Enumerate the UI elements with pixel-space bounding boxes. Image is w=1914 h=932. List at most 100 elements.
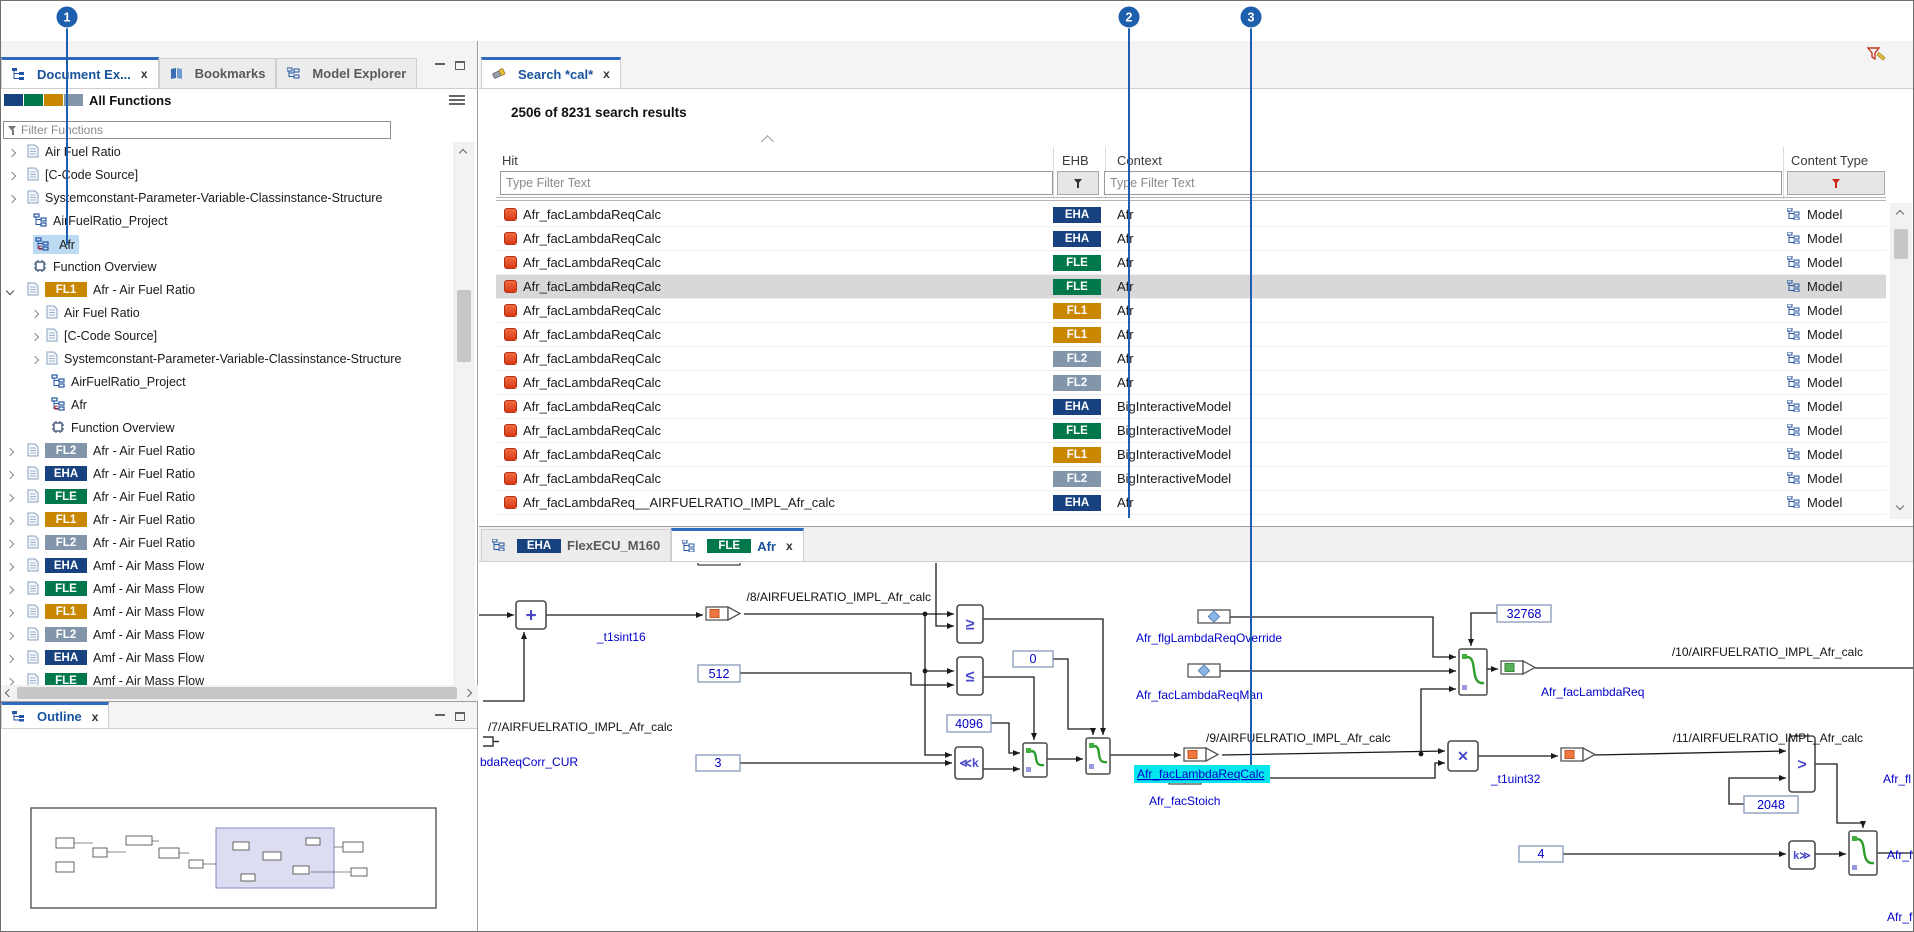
variable-label[interactable]: _t1sint16 <box>596 630 646 644</box>
tree-item-function-overview[interactable]: Function Overview <box>1 418 453 441</box>
tree-item-afr-air-fuel-ratio[interactable]: FL2Afr - Air Fuel Ratio <box>1 533 453 556</box>
sort-ascending-icon[interactable] <box>761 135 774 148</box>
context-filter-input[interactable] <box>1104 171 1782 195</box>
highlighted-variable-label[interactable]: Afr_facLambdaReqCalc <box>1137 767 1264 781</box>
col-header-ehb[interactable]: EHB <box>1062 153 1089 168</box>
path-label[interactable]: /9/AIRFUELRATIO_IMPL_Afr_calc <box>1206 731 1391 745</box>
table-row[interactable]: Afr_facLambdaReqCalcEHAAfrModel <box>496 203 1886 227</box>
tree-item-airfuelratio-project[interactable]: AirFuelRatio_Project <box>1 211 453 234</box>
variable-label[interactable]: Afr_f <box>1887 910 1913 924</box>
results-vscrollbar[interactable] <box>1890 203 1912 519</box>
close-icon[interactable]: x <box>786 539 793 553</box>
scroll-up-icon[interactable] <box>459 149 467 157</box>
tab-document-explorer[interactable]: Document Ex... x <box>1 57 159 88</box>
scroll-right-icon[interactable] <box>464 689 472 697</box>
variable-label[interactable]: Afr_facStoich <box>1149 794 1220 808</box>
tree-item-amf-air-mass-flow[interactable]: FLEAmf - Air Mass Flow <box>1 579 453 602</box>
path-label[interactable]: /7/AIRFUELRATIO_IMPL_Afr_calc <box>488 720 673 734</box>
expand-closed-icon[interactable] <box>31 310 39 318</box>
tree-item-afr-air-fuel-ratio[interactable]: FL1Afr - Air Fuel Ratio <box>1 280 453 303</box>
tree-item-air-fuel-ratio[interactable]: Air Fuel Ratio <box>1 303 453 326</box>
col-header-content-type[interactable]: Content Type <box>1791 153 1868 168</box>
tab-afr[interactable]: FLE Afr x <box>671 528 803 561</box>
expand-closed-icon[interactable] <box>6 609 14 617</box>
tree-item-afr-air-fuel-ratio[interactable]: FL2Afr - Air Fuel Ratio <box>1 441 453 464</box>
view-menu-icon[interactable] <box>449 93 465 107</box>
variable-label[interactable]: Afr_fl <box>1883 772 1911 786</box>
tree-item-amf-air-mass-flow[interactable]: FL2Amf - Air Mass Flow <box>1 625 453 648</box>
minimize-icon[interactable] <box>435 713 445 716</box>
variable-label[interactable]: Afr_flgLambdaReqOverride <box>1136 631 1282 645</box>
table-row[interactable]: Afr_facLambdaReqCalcFL2AfrModel <box>496 371 1886 395</box>
ehb-filter-button[interactable] <box>1057 171 1099 195</box>
table-row[interactable]: Afr_facLambdaReqCalcEHABigInteractiveMod… <box>496 395 1886 419</box>
tree-item-systemconstant-parameter-varia[interactable]: Systemconstant-Parameter-Variable-Classi… <box>1 349 453 372</box>
tree-hscrollbar[interactable] <box>1 685 478 701</box>
expand-closed-icon[interactable] <box>8 195 16 203</box>
tree-item-function-overview[interactable]: Function Overview <box>1 257 453 280</box>
scroll-down-icon[interactable] <box>1896 502 1904 510</box>
expand-closed-icon[interactable] <box>6 563 14 571</box>
tree-vscrollbar[interactable] <box>453 142 475 725</box>
tree-item--c-code-source-[interactable]: [C-Code Source] <box>1 165 453 188</box>
tab-outline[interactable]: Outline x <box>1 702 109 728</box>
table-row[interactable]: Afr_facLambdaReqCalcEHAAfrModel <box>496 227 1886 251</box>
tree-item--c-code-source-[interactable]: [C-Code Source] <box>1 326 453 349</box>
path-label[interactable]: /8/AIRFUELRATIO_IMPL_Afr_calc <box>747 590 932 604</box>
selected-tree-item[interactable]: cAfr <box>33 235 79 254</box>
close-icon[interactable]: x <box>603 67 610 81</box>
minimize-icon[interactable] <box>435 62 445 65</box>
maximize-icon[interactable] <box>455 712 465 721</box>
maximize-icon[interactable] <box>455 61 465 70</box>
tree-item-afr[interactable]: cAfr <box>1 395 453 418</box>
expand-closed-icon[interactable] <box>8 172 16 180</box>
hit-filter-input[interactable] <box>500 171 1053 195</box>
expand-open-icon[interactable] <box>6 287 14 295</box>
tree-item-afr[interactable]: cAfr <box>1 234 453 257</box>
expand-closed-icon[interactable] <box>31 356 39 364</box>
expand-closed-icon[interactable] <box>6 517 14 525</box>
expand-closed-icon[interactable] <box>31 333 39 341</box>
table-row[interactable]: Afr_facLambdaReqCalcFLEBigInteractiveMod… <box>496 419 1886 443</box>
content-type-filter-button[interactable] <box>1787 171 1885 195</box>
filter-edit-icon[interactable] <box>1867 47 1887 68</box>
scrollbar-thumb[interactable] <box>1894 229 1908 259</box>
table-row[interactable]: Afr_facLambdaReqCalcFL2AfrModel <box>496 347 1886 371</box>
variable-label[interactable]: bdaReqCorr_CUR <box>480 755 578 769</box>
filter-functions-input[interactable] <box>21 123 386 137</box>
expand-closed-icon[interactable] <box>6 494 14 502</box>
expand-closed-icon[interactable] <box>6 471 14 479</box>
table-row[interactable]: Afr_facLambdaReqCalcFL1AfrModel <box>496 323 1886 347</box>
outline-minimap[interactable] <box>1 730 478 932</box>
tree-item-amf-air-mass-flow[interactable]: EHAAmf - Air Mass Flow <box>1 648 453 671</box>
expand-closed-icon[interactable] <box>6 586 14 594</box>
scrollbar-thumb[interactable] <box>17 687 457 699</box>
expand-closed-icon[interactable] <box>6 540 14 548</box>
path-label[interactable]: /11/AIRFUELRATIO_IMPL_Afr_calc <box>1673 731 1863 745</box>
col-header-hit[interactable]: Hit <box>502 153 518 168</box>
close-icon[interactable]: x <box>92 710 99 724</box>
close-icon[interactable]: x <box>141 67 148 81</box>
tree-item-afr-air-fuel-ratio[interactable]: EHAAfr - Air Fuel Ratio <box>1 464 453 487</box>
tree-item-airfuelratio-project[interactable]: AirFuelRatio_Project <box>1 372 453 395</box>
expand-closed-icon[interactable] <box>8 149 16 157</box>
table-row[interactable]: Afr_facLambdaReqCalcFLEAfrModel <box>496 251 1886 275</box>
tree-item-air-fuel-ratio[interactable]: Air Fuel Ratio <box>1 142 453 165</box>
tab-bookmarks[interactable]: Bookmarks <box>159 58 277 88</box>
tree-item-afr-air-fuel-ratio[interactable]: FLEAfr - Air Fuel Ratio <box>1 487 453 510</box>
port-stub[interactable] <box>483 737 499 746</box>
tab-search[interactable]: Search *cal* x <box>481 57 621 88</box>
variable-label[interactable]: Afr_facLambdaReq <box>1541 685 1644 699</box>
tree-item-afr-air-fuel-ratio[interactable]: FL1Afr - Air Fuel Ratio <box>1 510 453 533</box>
variable-label[interactable]: Afr_f <box>1887 848 1913 862</box>
scroll-up-icon[interactable] <box>1896 210 1904 218</box>
diagram-canvas[interactable]: +≥≤≪k✕>k≫5123040963276820484Afr_facLambd… <box>479 563 1914 932</box>
col-header-context[interactable]: Context <box>1117 153 1162 168</box>
scroll-left-icon[interactable] <box>5 689 13 697</box>
table-row[interactable]: Afr_facLambdaReqCalcFL1BigInteractiveMod… <box>496 443 1886 467</box>
tab-model-explorer[interactable]: Model Explorer <box>276 58 417 88</box>
tree-item-amf-air-mass-flow[interactable]: EHAAmf - Air Mass Flow <box>1 556 453 579</box>
tree-item-amf-air-mass-flow[interactable]: FL1Amf - Air Mass Flow <box>1 602 453 625</box>
table-row[interactable]: Afr_facLambdaReqCalcFL1AfrModel <box>496 299 1886 323</box>
tree-item-systemconstant-parameter-varia[interactable]: Systemconstant-Parameter-Variable-Classi… <box>1 188 453 211</box>
